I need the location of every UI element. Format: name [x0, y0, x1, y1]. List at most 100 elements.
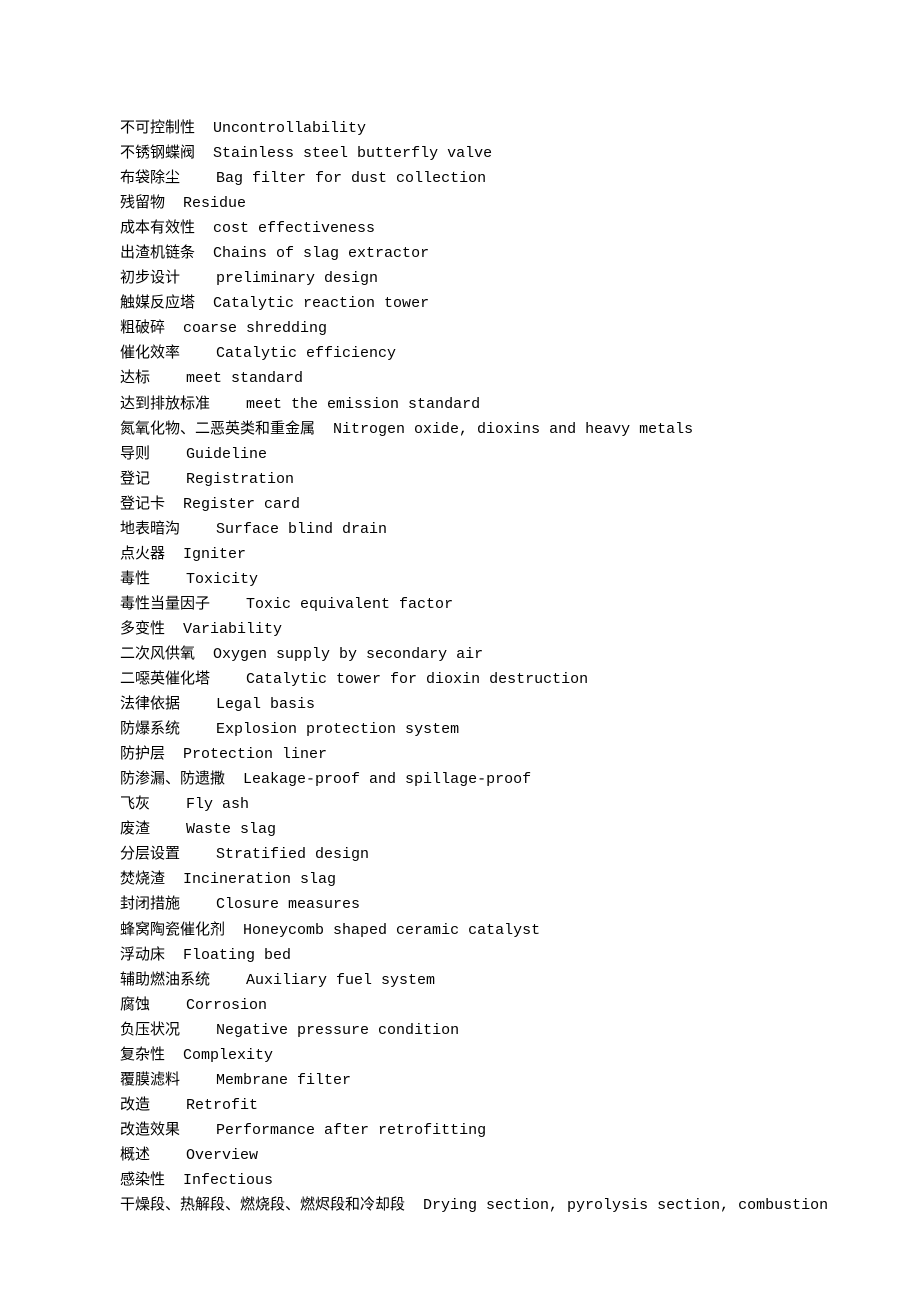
glossary-entry: 蜂窝陶瓷催化剂 Honeycomb shaped ceramic catalys… — [120, 918, 810, 943]
term-gap — [180, 517, 216, 542]
glossary-entry: 感染性 Infectious — [120, 1168, 810, 1193]
term-gap — [150, 993, 186, 1018]
term-english: meet standard — [186, 366, 303, 391]
term-chinese: 不锈钢蝶阀 — [120, 141, 195, 166]
term-gap — [165, 1168, 183, 1193]
glossary-entry: 二次风供氧 Oxygen supply by secondary air — [120, 642, 810, 667]
term-gap — [210, 968, 246, 993]
term-chinese: 毒性 — [120, 567, 150, 592]
glossary-entry: 导则 Guideline — [120, 442, 810, 467]
term-gap — [150, 567, 186, 592]
term-chinese: 成本有效性 — [120, 216, 195, 241]
term-chinese: 出渣机链条 — [120, 241, 195, 266]
term-english: Leakage-proof and spillage-proof — [243, 767, 531, 792]
term-chinese: 二噁英催化塔 — [120, 667, 210, 692]
term-chinese: 防渗漏、防遗撒 — [120, 767, 225, 792]
glossary-entry: 辅助燃油系统 Auxiliary fuel system — [120, 968, 810, 993]
glossary-entry: 覆膜滤料 Membrane filter — [120, 1068, 810, 1093]
term-english: Fly ash — [186, 792, 249, 817]
term-gap — [180, 1068, 216, 1093]
term-english: Registration — [186, 467, 294, 492]
term-chinese: 封闭措施 — [120, 892, 180, 917]
glossary-entry: 触媒反应塔 Catalytic reaction tower — [120, 291, 810, 316]
term-english: Drying section, pyrolysis section, combu… — [423, 1193, 828, 1218]
glossary-entry: 多变性 Variability — [120, 617, 810, 642]
term-gap — [195, 642, 213, 667]
glossary-entry: 不可控制性 Uncontrollability — [120, 116, 810, 141]
term-chinese: 焚烧渣 — [120, 867, 165, 892]
term-chinese: 氮氧化物、二恶英类和重金属 — [120, 417, 315, 442]
term-english: Membrane filter — [216, 1068, 351, 1093]
term-gap — [405, 1193, 423, 1218]
term-chinese: 负压状况 — [120, 1018, 180, 1043]
glossary-entry: 布袋除尘 Bag filter for dust collection — [120, 166, 810, 191]
glossary-entry: 腐蚀 Corrosion — [120, 993, 810, 1018]
term-english: coarse shredding — [183, 316, 327, 341]
glossary-entry: 防渗漏、防遗撒 Leakage-proof and spillage-proof — [120, 767, 810, 792]
document-page: 不可控制性 Uncontrollability不锈钢蝶阀 Stainless s… — [0, 0, 920, 1302]
term-english: Performance after retrofitting — [216, 1118, 486, 1143]
term-chinese: 覆膜滤料 — [120, 1068, 180, 1093]
glossary-entry: 改造 Retrofit — [120, 1093, 810, 1118]
term-gap — [180, 842, 216, 867]
term-chinese: 概述 — [120, 1143, 150, 1168]
glossary-entry: 出渣机链条 Chains of slag extractor — [120, 241, 810, 266]
term-english: Infectious — [183, 1168, 273, 1193]
glossary-entry: 地表暗沟 Surface blind drain — [120, 517, 810, 542]
glossary-entry: 废渣 Waste slag — [120, 817, 810, 842]
term-chinese: 多变性 — [120, 617, 165, 642]
term-english: Corrosion — [186, 993, 267, 1018]
term-gap — [150, 792, 186, 817]
term-english: Negative pressure condition — [216, 1018, 459, 1043]
term-chinese: 布袋除尘 — [120, 166, 180, 191]
term-english: Catalytic reaction tower — [213, 291, 429, 316]
glossary-entry: 不锈钢蝶阀 Stainless steel butterfly valve — [120, 141, 810, 166]
term-chinese: 地表暗沟 — [120, 517, 180, 542]
term-gap — [180, 266, 216, 291]
glossary-entry: 防护层 Protection liner — [120, 742, 810, 767]
term-chinese: 废渣 — [120, 817, 150, 842]
term-gap — [165, 943, 183, 968]
term-chinese: 分层设置 — [120, 842, 180, 867]
term-gap — [165, 867, 183, 892]
glossary-entry: 催化效率 Catalytic efficiency — [120, 341, 810, 366]
term-english: Bag filter for dust collection — [216, 166, 486, 191]
term-gap — [180, 892, 216, 917]
glossary-entry: 飞灰 Fly ash — [120, 792, 810, 817]
term-gap — [180, 1118, 216, 1143]
term-gap — [195, 291, 213, 316]
term-gap — [180, 341, 216, 366]
term-english: Register card — [183, 492, 300, 517]
term-chinese: 登记 — [120, 467, 150, 492]
term-chinese: 辅助燃油系统 — [120, 968, 210, 993]
term-chinese: 毒性当量因子 — [120, 592, 210, 617]
glossary-entry: 毒性当量因子 Toxic equivalent factor — [120, 592, 810, 617]
term-gap — [195, 216, 213, 241]
term-chinese: 浮动床 — [120, 943, 165, 968]
term-english: Oxygen supply by secondary air — [213, 642, 483, 667]
term-chinese: 登记卡 — [120, 492, 165, 517]
term-english: Explosion protection system — [216, 717, 459, 742]
term-chinese: 催化效率 — [120, 341, 180, 366]
term-chinese: 复杂性 — [120, 1043, 165, 1068]
term-gap — [195, 241, 213, 266]
term-chinese: 飞灰 — [120, 792, 150, 817]
term-gap — [150, 467, 186, 492]
glossary-entry: 封闭措施 Closure measures — [120, 892, 810, 917]
term-gap — [165, 542, 183, 567]
term-english: Floating bed — [183, 943, 291, 968]
term-english: Toxicity — [186, 567, 258, 592]
glossary-entry: 干燥段、热解段、燃烧段、燃烬段和冷却段 Drying section, pyro… — [120, 1193, 810, 1218]
term-gap — [225, 767, 243, 792]
term-english: Catalytic efficiency — [216, 341, 396, 366]
glossary-entry: 焚烧渣 Incineration slag — [120, 867, 810, 892]
term-gap — [165, 316, 183, 341]
term-gap — [195, 141, 213, 166]
term-english: Legal basis — [216, 692, 315, 717]
term-english: Protection liner — [183, 742, 327, 767]
term-gap — [165, 492, 183, 517]
glossary-list: 不可控制性 Uncontrollability不锈钢蝶阀 Stainless s… — [120, 116, 810, 1218]
term-gap — [180, 692, 216, 717]
term-english: Stratified design — [216, 842, 369, 867]
term-chinese: 腐蚀 — [120, 993, 150, 1018]
